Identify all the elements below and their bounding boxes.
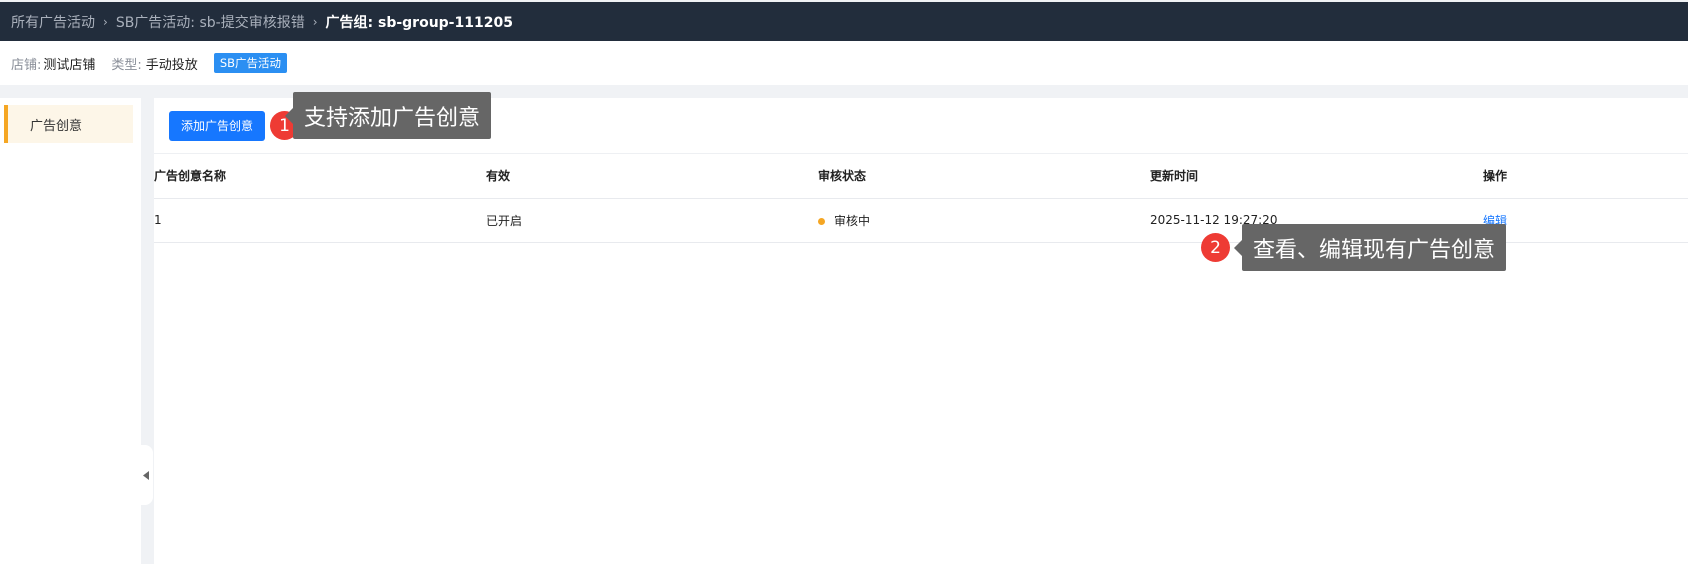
sidebar-item-label: 广告创意 bbox=[30, 118, 83, 134]
column-header-name: 广告创意名称 bbox=[154, 154, 486, 199]
column-header-status: 审核状态 bbox=[818, 154, 1150, 199]
campaign-type-badge: SB广告活动 bbox=[213, 53, 288, 73]
table-header-row: 广告创意名称 有效 审核状态 更新时间 操作 bbox=[154, 154, 1688, 199]
add-ad-creative-button[interactable]: 添加广告创意 bbox=[169, 110, 266, 141]
annotation-tooltip-1: 支持添加广告创意 bbox=[284, 92, 492, 139]
chevron-right-icon: › bbox=[103, 14, 108, 29]
status-text: 审核中 bbox=[834, 213, 871, 228]
type-label: 类型: bbox=[111, 57, 142, 73]
store-label: 店铺: bbox=[11, 57, 42, 73]
store-value: 测试店铺 bbox=[43, 57, 96, 73]
column-header-updated: 更新时间 bbox=[1150, 154, 1483, 199]
caret-left-icon bbox=[142, 470, 149, 480]
column-header-action: 操作 bbox=[1483, 154, 1688, 199]
cell-name: 1 bbox=[154, 198, 486, 243]
breadcrumb-all-campaigns[interactable]: 所有广告活动 bbox=[11, 12, 95, 32]
collapse-sidebar-button[interactable] bbox=[138, 445, 153, 505]
sidebar-item-ad-creative[interactable]: 广告创意 bbox=[4, 105, 133, 143]
breadcrumb: 所有广告活动 › SB广告活动: sb-提交审核报错 › 广告组: sb-gro… bbox=[0, 2, 1688, 41]
column-header-enabled: 有效 bbox=[486, 154, 818, 199]
info-bar: 店铺: 测试店铺 类型: 手动投放 SB广告活动 bbox=[0, 41, 1688, 85]
status-dot-icon bbox=[818, 217, 825, 225]
cell-action: 编辑 bbox=[1483, 198, 1688, 243]
breadcrumb-current: 广告组: sb-group-111205 bbox=[325, 14, 513, 31]
main-panel: 添加广告创意 1 广告创意名称 有效 审核状态 更新时间 操作 1 已开启 审核… bbox=[154, 98, 1688, 564]
annotation-tooltip-2: 查看、编辑现有广告创意 bbox=[1233, 224, 1507, 271]
type-value: 手动投放 bbox=[145, 57, 198, 73]
cell-status: 审核中 bbox=[818, 198, 1150, 243]
annotation-marker-2: 2 bbox=[1201, 233, 1230, 262]
chevron-right-icon: › bbox=[312, 14, 318, 29]
app-frame: 所有广告活动 › SB广告活动: sb-提交审核报错 › 广告组: sb-gro… bbox=[0, 0, 1688, 564]
cell-enabled: 已开启 bbox=[486, 198, 818, 243]
sidebar: 广告创意 bbox=[0, 98, 141, 564]
breadcrumb-campaign[interactable]: SB广告活动: sb-提交审核报错 bbox=[116, 12, 305, 32]
